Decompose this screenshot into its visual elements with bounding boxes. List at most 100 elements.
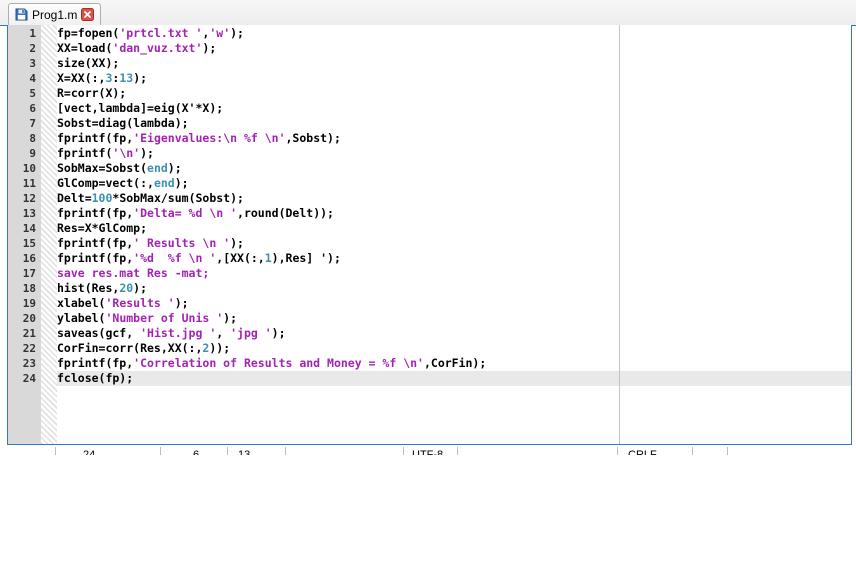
code-text: R=corr(X);: [57, 86, 126, 101]
code-line[interactable]: 16 fprintf(fp,'%d %f \n ',[XX(:,1),Res] '…: [8, 251, 851, 266]
code-text: XX=load('dan_vuz.txt');: [57, 41, 216, 56]
close-icon[interactable]: [81, 8, 94, 21]
code-text: X=XX(:,3:13);: [57, 71, 147, 86]
line-number: 16: [8, 251, 41, 266]
code-line[interactable]: 23fprintf(fp,'Correlation of Results and…: [8, 356, 851, 371]
breakpoint-margin-cell[interactable]: [41, 26, 57, 41]
line-number: 18: [8, 281, 41, 296]
breakpoint-margin-cell[interactable]: [41, 326, 57, 341]
line-number: 15: [8, 236, 41, 251]
status-separator: [160, 447, 161, 455]
breakpoint-margin-cell[interactable]: [41, 236, 57, 251]
code-line[interactable]: 22 CorFin=corr(Res,XX(:,2));: [8, 341, 851, 356]
code-lines: 1 fp=fopen('prtcl.txt ','w'); 2 XX=load('da…: [8, 26, 851, 386]
code-line[interactable]: 18 hist(Res,20);: [8, 281, 851, 296]
code-line[interactable]: 24 fclose(fp);: [8, 371, 851, 386]
line-number: 6: [8, 101, 41, 116]
breakpoint-margin-cell[interactable]: [41, 206, 57, 221]
breakpoint-margin-cell[interactable]: [41, 131, 57, 146]
code-text: hist(Res,20);: [57, 281, 147, 296]
line-number: 17: [8, 266, 41, 281]
breakpoint-margin-cell[interactable]: [41, 281, 57, 296]
status-field-line-count: 24: [83, 449, 95, 455]
line-number: 3: [8, 56, 41, 71]
breakpoint-margin-cell[interactable]: [41, 356, 57, 371]
status-field-line-ending: CRLF: [628, 449, 657, 455]
code-text: [vect,lambda]=eig(X'*X);: [57, 101, 223, 116]
code-text: ylabel('Number of Unis ');: [57, 311, 237, 326]
breakpoint-margin-cell[interactable]: [41, 296, 57, 311]
code-text: fprintf(fp,'%d %f \n ',[XX(:,1),Res] ');: [57, 251, 341, 266]
code-line[interactable]: 1 fp=fopen('prtcl.txt ','w');: [8, 26, 851, 41]
code-text: fprintf(fp,' Results \n ');: [57, 236, 244, 251]
line-number: 4: [8, 71, 41, 86]
code-line[interactable]: 10SobMax=Sobst(end);: [8, 161, 851, 176]
line-number: 8: [8, 131, 41, 146]
code-line[interactable]: 15 fprintf(fp,' Results \n ');: [8, 236, 851, 251]
code-line[interactable]: 3size(XX);: [8, 56, 851, 71]
status-separator: [457, 447, 458, 455]
code-text: Sobst=diag(lambda);: [57, 116, 189, 131]
breakpoint-margin-cell[interactable]: [41, 176, 57, 191]
code-line[interactable]: 4 X=XX(:,3:13);: [8, 71, 851, 86]
status-separator: [227, 447, 228, 455]
code-line[interactable]: 12Delt=100*SobMax/sum(Sobst);: [8, 191, 851, 206]
status-separator: [692, 447, 693, 455]
line-number: 1: [8, 26, 41, 41]
breakpoint-margin-cell[interactable]: [41, 311, 57, 326]
breakpoint-margin-cell[interactable]: [41, 146, 57, 161]
breakpoint-margin-cell[interactable]: [41, 371, 57, 386]
breakpoint-margin-cell[interactable]: [41, 221, 57, 236]
breakpoint-margin-cell[interactable]: [41, 101, 57, 116]
code-text: fp=fopen('prtcl.txt ','w');: [57, 26, 244, 41]
status-separator: [403, 447, 404, 455]
code-line[interactable]: 13fprintf(fp,'Delta= %d \n ',round(Delt)…: [8, 206, 851, 221]
code-editor[interactable]: 1 fp=fopen('prtcl.txt ','w'); 2 XX=load('da…: [7, 25, 852, 445]
code-line[interactable]: 5R=corr(X);: [8, 86, 851, 101]
breakpoint-margin-cell[interactable]: [41, 251, 57, 266]
code-text: Res=X*GlComp;: [57, 221, 147, 236]
tab-title: Prog1.m: [32, 8, 77, 22]
save-icon: [15, 8, 28, 21]
code-line[interactable]: 17 save res.mat Res -mat;: [8, 266, 851, 281]
breakpoint-margin-cell[interactable]: [41, 116, 57, 131]
breakpoint-margin-cell[interactable]: [41, 86, 57, 101]
status-field-column: 6: [193, 449, 199, 455]
code-text: fprintf(fp,'Eigenvalues:\n %f \n',Sobst)…: [57, 131, 341, 146]
code-line[interactable]: 19xlabel('Results ');: [8, 296, 851, 311]
code-line[interactable]: 14Res=X*GlComp;: [8, 221, 851, 236]
tab-prog1m[interactable]: Prog1.m: [8, 3, 101, 25]
code-text: fprintf(fp,'Delta= %d \n ',round(Delt));: [57, 206, 334, 221]
status-separator: [285, 447, 286, 455]
code-line[interactable]: 21saveas(gcf, 'Hist.jpg ', 'jpg ');: [8, 326, 851, 341]
status-separator: [727, 447, 728, 455]
breakpoint-margin-cell[interactable]: [41, 41, 57, 56]
code-text: fprintf('\n');: [57, 146, 154, 161]
code-line[interactable]: 20ylabel('Number of Unis ');: [8, 311, 851, 326]
code-line[interactable]: 6 [vect,lambda]=eig(X'*X);: [8, 101, 851, 116]
code-line[interactable]: 7Sobst=diag(lambda);: [8, 116, 851, 131]
line-number: 21: [8, 326, 41, 341]
status-bar: 24 6 13 UTF-8 CRLF: [0, 446, 856, 455]
code-line[interactable]: 2 XX=load('dan_vuz.txt');: [8, 41, 851, 56]
breakpoint-margin-cell[interactable]: [41, 266, 57, 281]
code-line[interactable]: 9fprintf('\n');: [8, 146, 851, 161]
code-text: fclose(fp);: [57, 371, 133, 386]
code-text: CorFin=corr(Res,XX(:,2));: [57, 341, 230, 356]
print-margin-line: [619, 25, 620, 444]
code-text: xlabel('Results ');: [57, 296, 189, 311]
status-field-position: 13: [238, 449, 250, 455]
line-number: 22: [8, 341, 41, 356]
code-text: save res.mat Res -mat;: [57, 266, 209, 281]
status-separator: [55, 447, 56, 455]
line-number: 2: [8, 41, 41, 56]
breakpoint-margin-cell[interactable]: [41, 341, 57, 356]
breakpoint-margin-cell[interactable]: [41, 191, 57, 206]
code-text: GlComp=vect(:,end);: [57, 176, 189, 191]
code-line[interactable]: 11GlComp=vect(:,end);: [8, 176, 851, 191]
line-number: 24: [8, 371, 41, 386]
code-line[interactable]: 8 fprintf(fp,'Eigenvalues:\n %f \n',Sobst…: [8, 131, 851, 146]
breakpoint-margin-cell[interactable]: [41, 71, 57, 86]
breakpoint-margin-cell[interactable]: [41, 161, 57, 176]
breakpoint-margin-cell[interactable]: [41, 56, 57, 71]
